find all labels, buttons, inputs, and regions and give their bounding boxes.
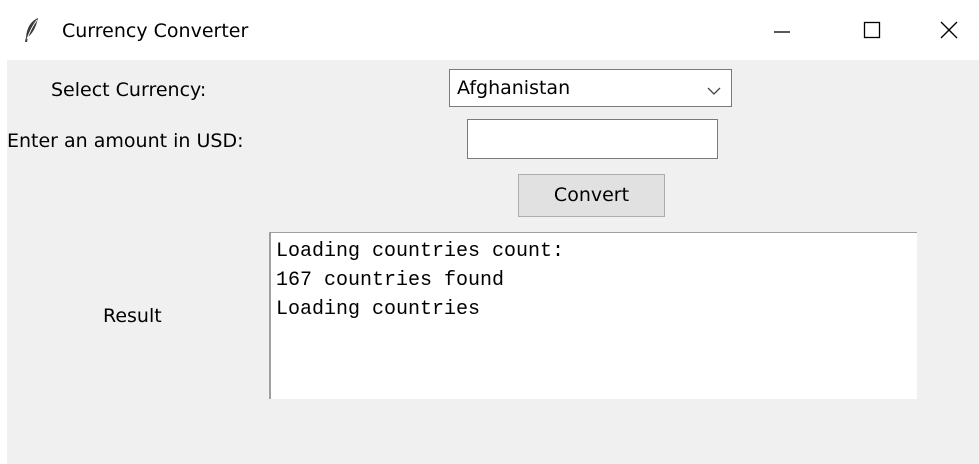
client-area: Select Currency: Afghanistan Enter an am… (7, 60, 979, 464)
app-window: Currency Converter Select Currency: Afgh… (0, 0, 979, 464)
chevron-down-icon[interactable] (707, 82, 721, 95)
amount-input[interactable] (467, 119, 718, 159)
result-line: Loading countries count: (276, 240, 565, 263)
maximize-button[interactable] (842, 0, 902, 60)
close-icon (939, 20, 959, 40)
result-line: 167 countries found (276, 269, 505, 292)
amount-label: Enter an amount in USD: (7, 130, 244, 152)
close-button[interactable] (919, 0, 979, 60)
title-bar[interactable]: Currency Converter (0, 0, 979, 60)
window-title: Currency Converter (62, 20, 249, 42)
select-currency-label: Select Currency: (51, 79, 207, 101)
minimize-icon (772, 20, 792, 40)
currency-select[interactable]: Afghanistan (449, 69, 732, 107)
minimize-button[interactable] (752, 0, 812, 60)
currency-select-value: Afghanistan (457, 77, 571, 99)
maximize-icon (862, 20, 882, 40)
result-text-area[interactable]: Loading countries count: 167 countries f… (269, 232, 917, 399)
feather-icon (22, 17, 42, 43)
convert-button[interactable]: Convert (518, 174, 665, 217)
result-label: Result (103, 305, 162, 327)
result-line: Loading countries (276, 298, 481, 321)
